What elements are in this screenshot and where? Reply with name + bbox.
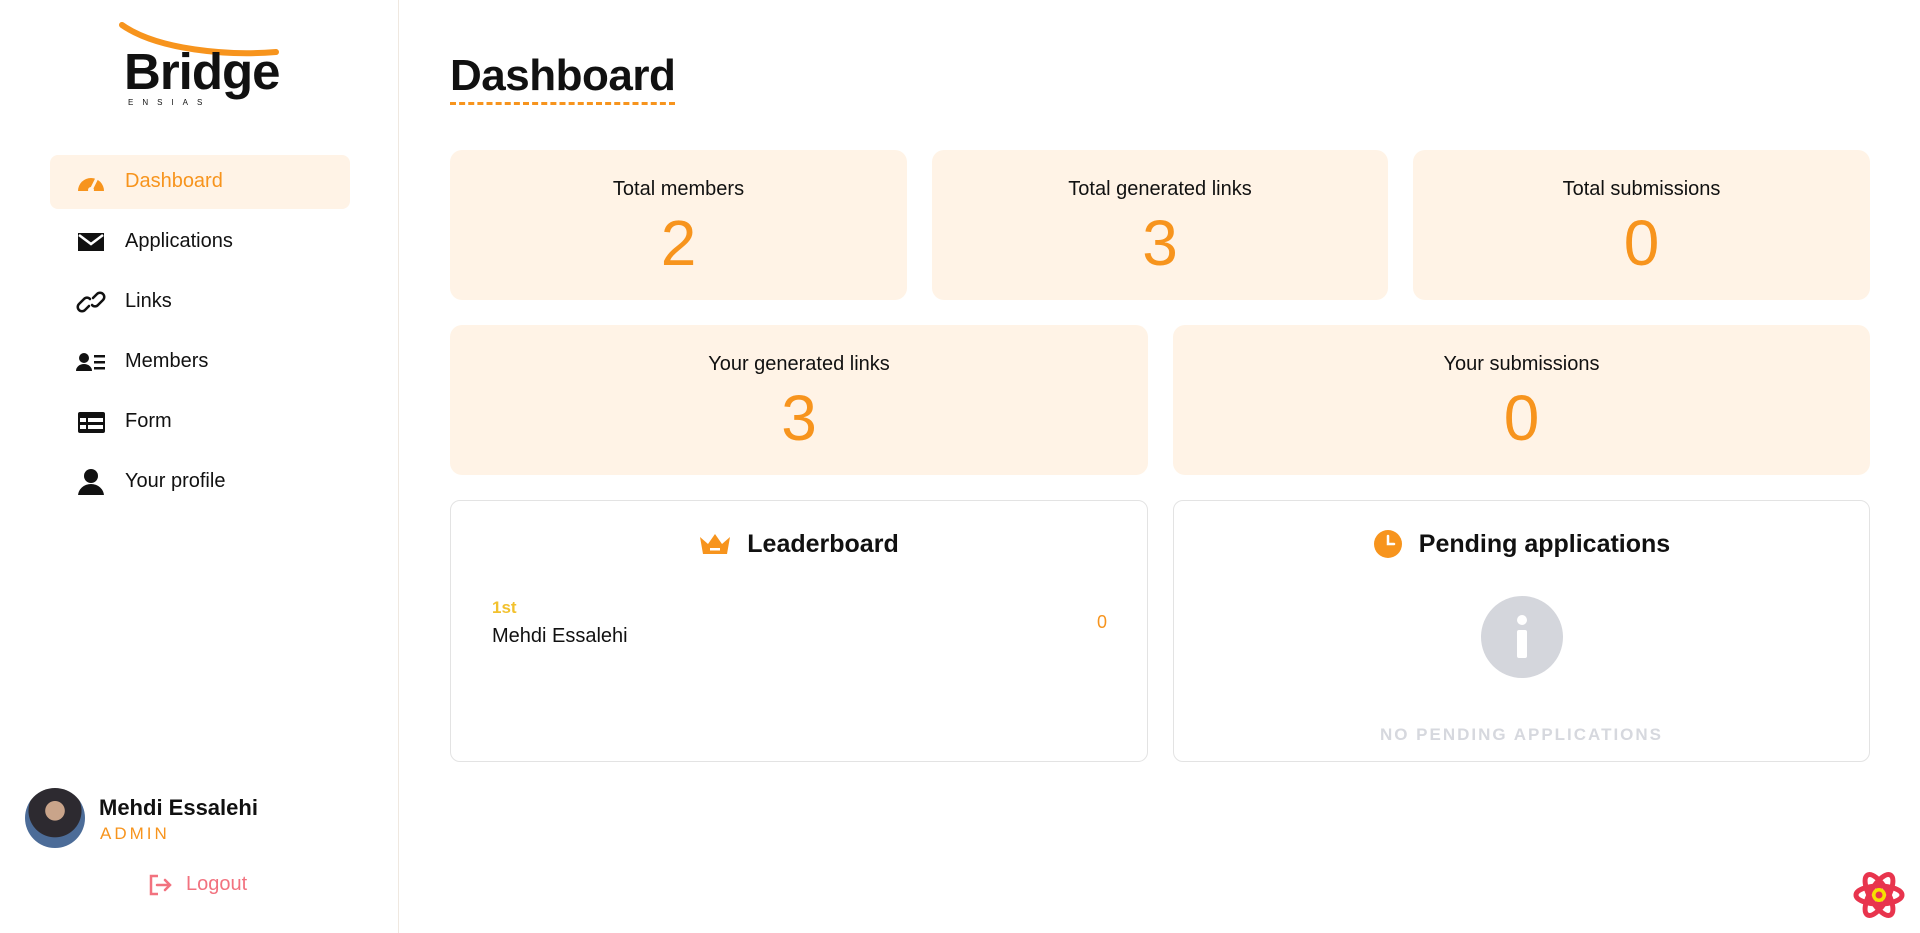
main-content: Dashboard Total members 2 Total generate… [450, 0, 1870, 933]
logo-text: Bridge [124, 43, 281, 100]
sidebar-item-label: Dashboard [125, 170, 223, 192]
sidebar-item-label: Links [125, 290, 172, 312]
sidebar-item-dashboard[interactable]: Dashboard [50, 155, 350, 209]
stat-card-total-members: Total members 2 [450, 150, 907, 300]
table-form-icon [78, 412, 105, 433]
sidebar-nav: Dashboard Applications Links Members For… [50, 155, 350, 515]
link-icon [76, 291, 106, 313]
stat-value: 2 [660, 207, 697, 279]
bridge-logo[interactable]: Bridge ENSIAS [118, 22, 282, 108]
stat-card-your-links: Your generated links 3 [450, 325, 1148, 475]
sidebar-item-form[interactable]: Form [50, 395, 350, 449]
speedometer-icon [78, 176, 104, 193]
stat-card-your-submissions: Your submissions 0 [1173, 325, 1870, 475]
sidebar-item-members[interactable]: Members [50, 335, 350, 389]
clock-icon [1373, 530, 1402, 558]
stat-card-total-links: Total generated links 3 [932, 150, 1388, 300]
leaderboard-panel: Leaderboard 1st Mehdi Essalehi 0 [450, 500, 1148, 762]
stat-value: 3 [1142, 207, 1178, 279]
stat-card-total-submissions: Total submissions 0 [1413, 150, 1870, 300]
user-role: ADMIN [100, 824, 170, 843]
user-name: Mehdi Essalehi [99, 795, 258, 820]
sidebar-item-label: Members [125, 350, 209, 372]
leaderboard-name: Mehdi Essalehi [492, 625, 628, 647]
sidebar-item-label: Form [125, 410, 172, 432]
stat-label: Total submissions [1562, 178, 1721, 200]
envelope-icon [78, 233, 104, 251]
current-user: Mehdi Essalehi ADMIN [25, 788, 365, 850]
page-title: Dashboard [450, 50, 676, 105]
logout-icon [149, 874, 172, 896]
pending-applications-panel: Pending applications NO PENDING APPLICAT… [1173, 500, 1870, 762]
react-devtools-icon[interactable] [1853, 870, 1905, 920]
stat-label: Total members [612, 178, 745, 200]
sidebar-item-applications[interactable]: Applications [50, 215, 350, 269]
stat-value: 3 [781, 382, 817, 454]
stat-label: Total generated links [1068, 178, 1252, 200]
logo-subtext: ENSIAS [128, 98, 212, 107]
pending-header: Pending applications [1174, 527, 1869, 561]
member-list-icon [76, 353, 105, 371]
stat-value: 0 [1623, 207, 1660, 279]
stat-label: Your generated links [708, 353, 890, 375]
pending-title: Pending applications [1418, 529, 1671, 558]
sidebar: Bridge ENSIAS Dashboard Applications Lin… [0, 0, 399, 933]
avatar[interactable] [25, 788, 85, 848]
stat-value: 0 [1503, 382, 1540, 454]
empty-state-text: NO PENDING APPLICATIONS [1379, 725, 1664, 744]
sidebar-item-links[interactable]: Links [50, 275, 350, 329]
leaderboard-header: Leaderboard [451, 527, 1147, 561]
info-icon [1481, 596, 1563, 678]
leaderboard-score: 0 [1096, 612, 1107, 632]
sidebar-item-label: Your profile [125, 470, 226, 492]
leaderboard-title: Leaderboard [747, 529, 899, 558]
stat-label: Your submissions [1443, 353, 1600, 375]
sidebar-item-profile[interactable]: Your profile [50, 455, 350, 509]
crown-icon [700, 534, 731, 554]
leaderboard-rank: 1st [492, 598, 517, 617]
user-icon [78, 469, 104, 495]
sidebar-item-label: Applications [125, 230, 233, 252]
logout-label: Logout [186, 873, 248, 895]
